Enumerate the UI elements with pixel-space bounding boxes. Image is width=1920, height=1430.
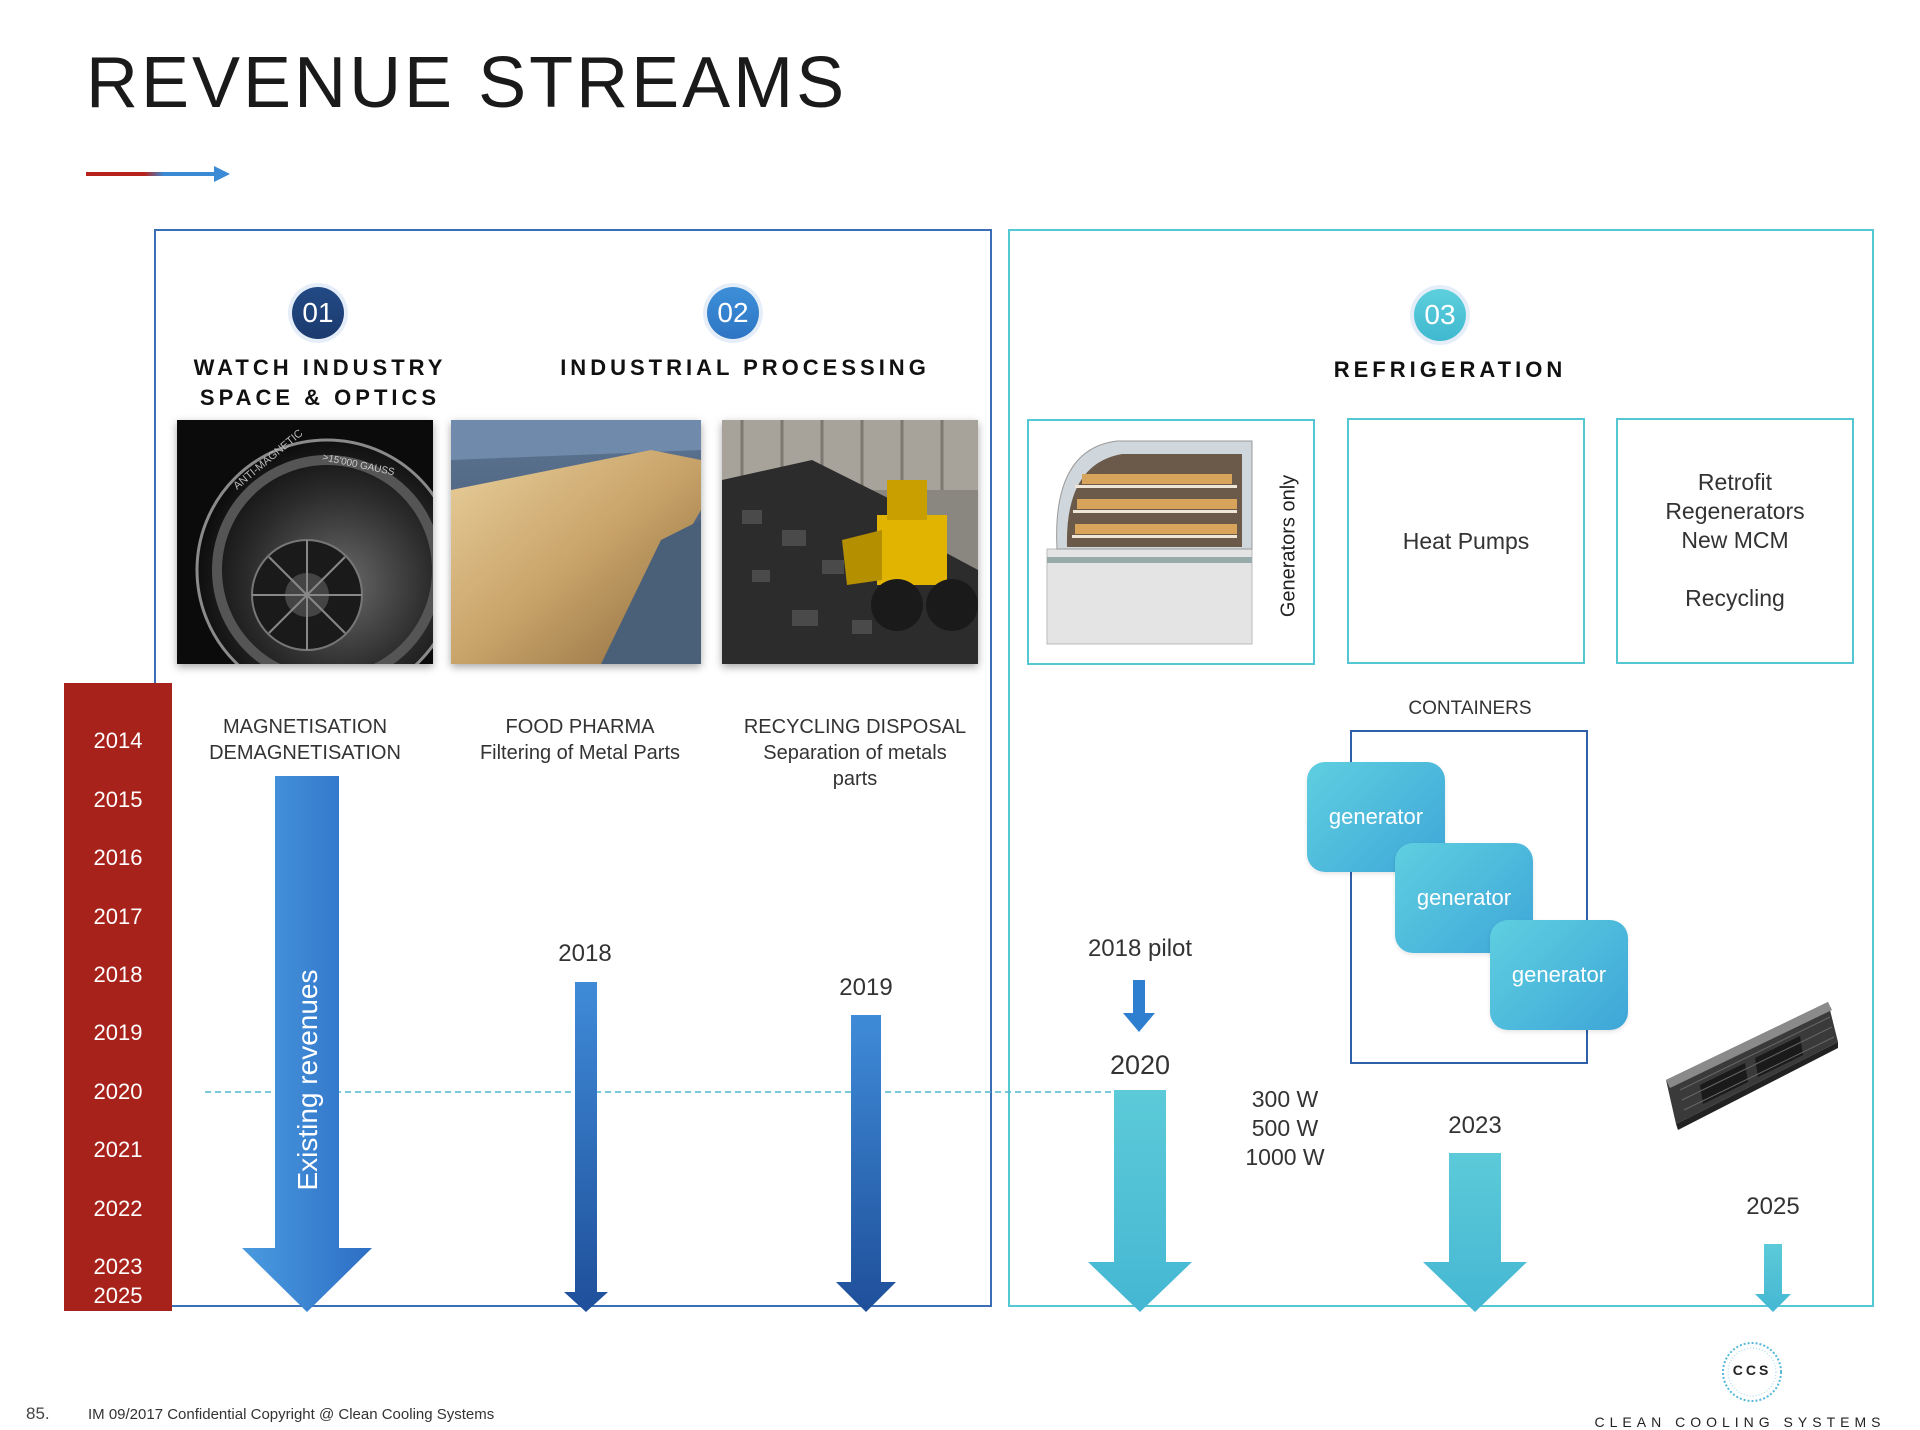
ccs-logo-text: CLEAN COOLING SYSTEMS: [1594, 1414, 1886, 1430]
heat-pumps-label: Heat Pumps: [1402, 527, 1530, 554]
caption-recycling-disposal: RECYCLING DISPOSAL Separation of metals pa…: [743, 716, 967, 790]
existing-revenues-label: Existing revenues: [292, 969, 323, 1191]
caption-food-pharma: FOOD PHARMA Filtering of Metal Parts: [479, 716, 681, 764]
retrofit-text: Retrofit Regenerators New MCM Recycling: [1665, 469, 1805, 611]
mcm-year: 2025: [1746, 1193, 1800, 1220]
containers-label: CONTAINERS: [1408, 698, 1532, 719]
display-fridge-image: [1046, 440, 1253, 645]
year-label: 2015: [93, 787, 143, 812]
refrigeration-year: 2020: [1109, 1050, 1171, 1080]
year-label: 2020: [93, 1079, 143, 1104]
power-ratings: 300 W 500 W 1000 W: [1245, 1086, 1325, 1170]
title-arrow-decoration: [86, 166, 230, 182]
year-label: 2025: [93, 1283, 143, 1308]
pilot-label: 2018 pilot: [1087, 935, 1193, 962]
heading-refrigeration: REFRIGERATION: [1333, 357, 1567, 382]
heading-watch-industry: WATCH INDUSTRY SPACE & OPTICS: [193, 355, 447, 410]
heading-industrial-processing: INDUSTRIAL PROCESSING: [560, 355, 930, 380]
recycling-year: 2019: [839, 974, 893, 1001]
existing-revenues-label-wrap: Existing revenues: [288, 960, 328, 1200]
food-pharma-year: 2018: [558, 940, 612, 967]
year-label: 2023: [93, 1254, 143, 1279]
generators-only-label: Generators only: [1277, 474, 1300, 618]
year-label: 2018: [93, 962, 143, 987]
heat-pumps-box: Heat Pumps: [1347, 418, 1585, 664]
generator-block: generator: [1490, 920, 1628, 1030]
section-badge-01: 01: [292, 287, 344, 339]
page-number: 85.: [26, 1404, 50, 1423]
year-label: 2014: [93, 728, 143, 753]
ccs-logo-mark: CCS: [1732, 1362, 1772, 1378]
generators-only-wrap: Generators only: [1274, 461, 1304, 631]
retrofit-box: Retrofit Regenerators New MCM Recycling: [1616, 418, 1854, 664]
page-title: REVENUE STREAMS: [86, 43, 848, 123]
grain-processing-image: [451, 420, 701, 664]
containers-year: 2023: [1448, 1112, 1502, 1139]
recycling-loader-image: [722, 420, 978, 664]
year-label: 2022: [93, 1196, 143, 1221]
section-badge-03: 03: [1414, 289, 1466, 341]
year-2020-dashed-line: [205, 1091, 1125, 1093]
caption-magnetisation: MAGNETISATION DEMAGNETISATION: [209, 716, 401, 764]
year-label: 2019: [93, 1020, 143, 1045]
watch-movement-image: ANTI-MAGNETIC >15'000 GAUSS: [177, 420, 433, 664]
display-fridge-box: Generators only: [1027, 419, 1315, 665]
mcm-device-image: [1666, 1002, 1838, 1130]
year-label: 2021: [93, 1137, 143, 1162]
section-badge-02: 02: [707, 287, 759, 339]
year-label: 2017: [93, 904, 143, 929]
year-label: 2016: [93, 845, 143, 870]
copyright-text: IM 09/2017 Confidential Copyright @ Clea…: [88, 1406, 495, 1423]
